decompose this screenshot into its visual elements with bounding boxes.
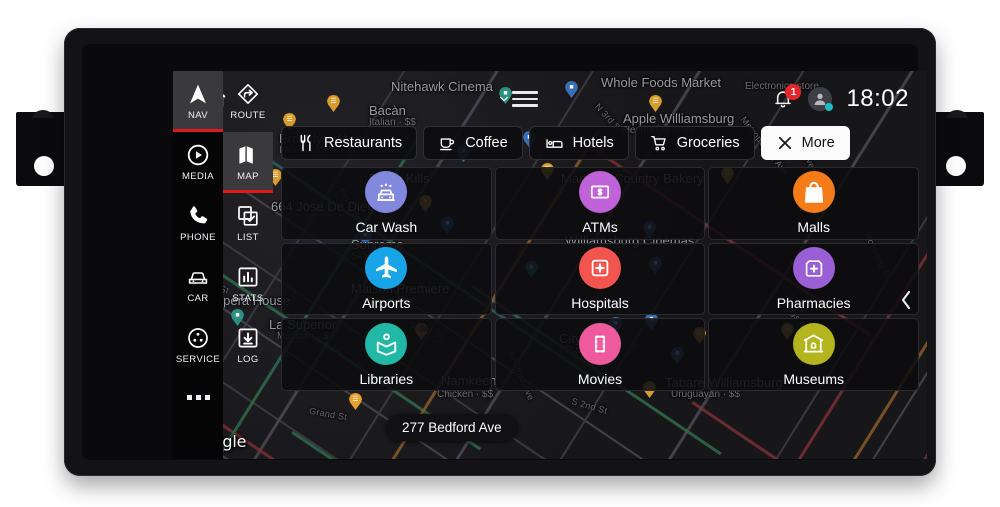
rail-item-label: MEDIA (181, 171, 215, 182)
close-x-icon (776, 134, 794, 152)
phone-icon (186, 204, 210, 228)
category-label: Museums (783, 370, 844, 387)
airplane-icon (365, 246, 408, 289)
chip-label: Groceries (676, 135, 740, 151)
navigation-arrow-icon (186, 82, 210, 106)
rail-item-label: MAP (237, 171, 259, 182)
touchscreen-display[interactable]: ☰☰☰■■☰■■☰☰☰▼■■■■■■■■☰☰☰☰■☰ N 3rd StBerry… (173, 71, 927, 459)
rail-item-log[interactable]: LOG (223, 315, 273, 376)
category-museums[interactable]: Museums (708, 318, 919, 391)
secondary-nav-rail: ROUTE MAP LIST STATS LOG (223, 71, 273, 459)
map-fold-icon (236, 143, 260, 167)
head-unit-device: ☰☰☰■■☰■■☰☰☰▼■■■■■■■■☰☰☰☰■☰ N 3rd StBerry… (64, 28, 936, 476)
banknote-icon (578, 171, 621, 214)
address-pill[interactable]: 277 Bedford Ave (386, 414, 518, 441)
rail-item-car[interactable]: CAR (173, 254, 223, 315)
rail-item-phone[interactable]: PHONE (173, 193, 223, 254)
map-label: Nitehawk Cinema (391, 79, 493, 94)
category-libraries[interactable]: Libraries (281, 318, 492, 391)
primary-nav-rail: NAV MEDIA PHONE CAR SERVICE (173, 71, 223, 459)
shopping-bag-icon (792, 171, 835, 214)
chip-more[interactable]: More (760, 126, 850, 160)
category-car-wash[interactable]: Car Wash (281, 167, 492, 240)
hospital-cross-icon (578, 246, 621, 289)
fork-knife-icon (296, 133, 316, 153)
device-bezel: ☰☰☰■■☰■■☰☰☰▼■■■■■■■■☰☰☰☰■☰ N 3rd StBerry… (82, 44, 927, 460)
rail-item-route[interactable]: ROUTE (223, 71, 273, 132)
chip-coffee[interactable]: Coffee (423, 126, 523, 160)
open-book-icon (365, 322, 408, 365)
map-label: Bacàn (369, 103, 406, 118)
pharmacy-icon (792, 246, 835, 289)
chevron-down-icon (499, 94, 509, 104)
category-label: Libraries (359, 370, 414, 387)
category-hospitals[interactable]: Hospitals (494, 242, 706, 316)
coffee-cup-icon (438, 134, 457, 153)
category-label: Pharmacies (776, 294, 851, 311)
map-pin[interactable]: ☰ (349, 393, 362, 410)
category-airports[interactable]: Airports (281, 242, 492, 316)
category-label: Airports (362, 294, 411, 311)
bed-icon (544, 134, 565, 153)
rail-item-label: CAR (187, 293, 209, 304)
download-box-icon (236, 326, 260, 350)
chip-groceries[interactable]: Groceries (634, 126, 755, 160)
category-malls[interactable]: Malls (708, 167, 919, 240)
status-right-cluster: 1 18:02 (772, 84, 927, 113)
map-pin[interactable]: ☰ (327, 95, 340, 112)
shopping-cart-icon (650, 134, 669, 153)
rail-item-list[interactable]: LIST (223, 193, 273, 254)
rail-item-service[interactable]: SERVICE (173, 315, 223, 376)
category-grid: Car Wash ATMs Malls Airports Hospitals Pharma… (281, 167, 919, 391)
play-circle-icon (186, 143, 210, 167)
presence-dot (825, 103, 834, 111)
car-icon (186, 265, 210, 289)
status-bar: 1 18:02 (493, 75, 927, 123)
chip-label: Hotels (572, 135, 614, 151)
screenshot-root: ☰☰☰■■☰■■☰☰☰▼■■■■■■■■☰☰☰☰■☰ N 3rd StBerry… (0, 0, 1000, 507)
rail-item-label: PHONE (180, 232, 216, 243)
hamburger-icon (512, 91, 538, 107)
rail-item-label: LOG (237, 354, 259, 365)
rail-item-label: NAV (187, 110, 209, 121)
chip-label: More (801, 135, 835, 151)
chip-hotels[interactable]: Hotels (528, 126, 629, 160)
category-pharmacies[interactable]: Pharmacies (708, 242, 919, 316)
museum-icon (792, 322, 835, 365)
user-avatar-button[interactable] (808, 87, 834, 111)
rail-item-label: SERVICE (175, 354, 221, 365)
clock: 18:02 (846, 85, 909, 112)
chip-label: Coffee (465, 135, 508, 151)
chip-restaurants[interactable]: Restaurants (281, 126, 418, 160)
category-label: Hospitals (571, 294, 629, 311)
category-movies[interactable]: Movies (494, 318, 706, 391)
rail-item-media[interactable]: MEDIA (173, 132, 223, 193)
menu-button[interactable] (499, 91, 538, 107)
category-label: Car Wash (355, 219, 418, 236)
category-label: Malls (797, 219, 830, 236)
chevron-left-icon[interactable] (893, 283, 919, 317)
rail-item-nav[interactable]: NAV (173, 71, 223, 132)
category-label: Movies (577, 370, 623, 387)
rail-item-map[interactable]: MAP (223, 132, 273, 193)
film-strip-icon (578, 322, 621, 365)
notifications-button[interactable]: 1 (772, 84, 802, 111)
service-icon (186, 326, 210, 350)
chip-label: Restaurants (324, 135, 403, 151)
checklist-icon (236, 204, 260, 228)
rail-item-stats[interactable]: STATS (223, 254, 273, 315)
rail-item-label: ROUTE (230, 110, 266, 121)
route-sign-icon (236, 82, 260, 106)
ellipsis-icon[interactable] (173, 376, 223, 418)
category-chip-row: Restaurants Coffee Hotels Groceries More (281, 123, 927, 163)
bar-chart-icon (236, 265, 260, 289)
rail-item-label: LIST (237, 232, 259, 243)
rail-item-label: STATS (232, 293, 264, 304)
notification-badge: 1 (785, 84, 802, 100)
car-wash-icon (365, 171, 408, 214)
category-label: ATMs (582, 219, 618, 236)
category-atms[interactable]: ATMs (494, 167, 706, 240)
